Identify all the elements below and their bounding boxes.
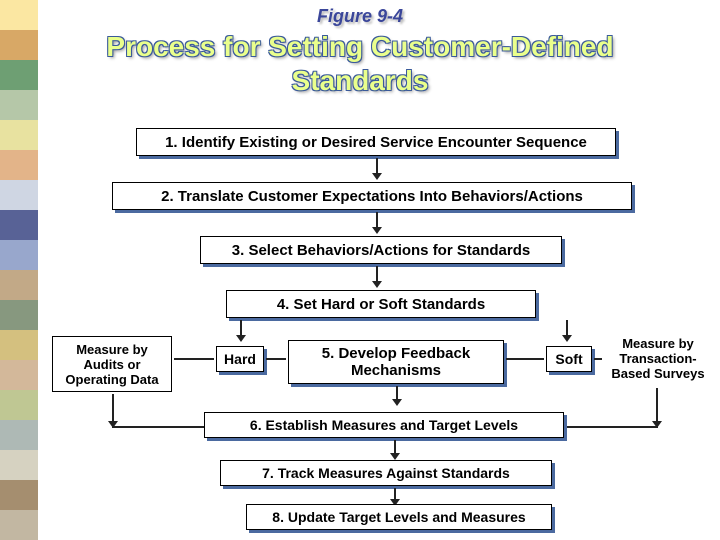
box-hard: Hard	[216, 346, 264, 372]
box-step6: 6. Establish Measures and Target Levels	[204, 412, 564, 438]
box-step7: 7. Track Measures Against Standards	[220, 460, 552, 486]
box-measure-surveys: Measure by Transaction-Based Surveys	[600, 330, 716, 386]
box-step8: 8. Update Target Levels and Measures	[246, 504, 552, 530]
arrow-2-3	[376, 212, 378, 228]
box-step5: 5. Develop Feedback Mechanisms	[288, 340, 504, 384]
box-measure-audits: Measure by Audits or Operating Data	[52, 336, 172, 392]
arrow-measure-left-down	[112, 394, 114, 422]
box-step4: 4. Set Hard or Soft Standards	[226, 290, 536, 318]
arrow-3-4	[376, 266, 378, 282]
diagram-title: Process for Setting Customer-Defined Sta…	[50, 30, 670, 97]
conn-hard-step5	[266, 358, 286, 360]
arrow-5-6	[396, 386, 398, 400]
sidebar-stripes	[0, 0, 38, 540]
box-step2: 2. Translate Customer Expectations Into …	[112, 182, 632, 210]
arrow-6-7	[394, 440, 396, 454]
arrow-4-hard	[240, 320, 242, 336]
conn-measure-right	[594, 358, 602, 360]
box-step1: 1. Identify Existing or Desired Service …	[136, 128, 616, 156]
arrow-measure-right-down	[656, 388, 658, 422]
arrow-1-2	[376, 158, 378, 174]
figure-label: Figure 9-4	[317, 6, 403, 27]
conn-measure-left	[174, 358, 214, 360]
arrow-7-8	[394, 488, 396, 500]
box-step3: 3. Select Behaviors/Actions for Standard…	[200, 236, 562, 264]
conn-soft-step5	[506, 358, 544, 360]
arrow-4-soft	[566, 320, 568, 336]
box-soft: Soft	[546, 346, 592, 372]
